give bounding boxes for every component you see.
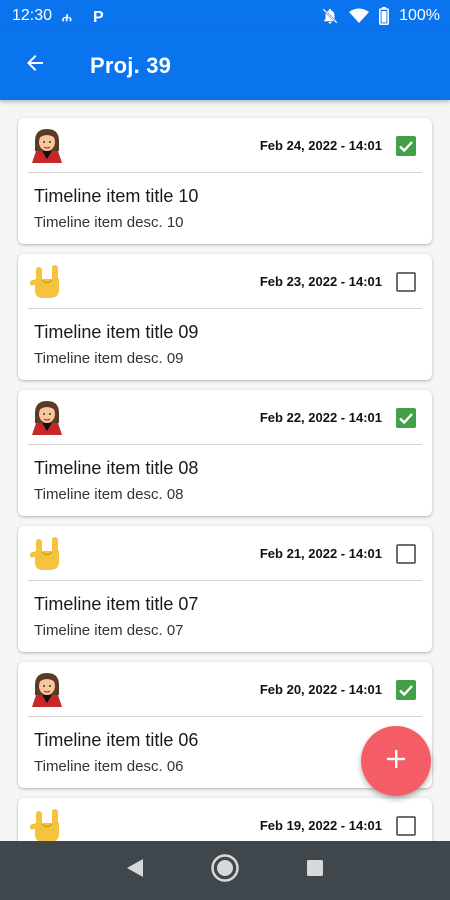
back-button[interactable] bbox=[0, 31, 70, 100]
status-left: 12:30 ሐ P bbox=[12, 7, 106, 25]
recents-square-icon bbox=[305, 858, 325, 883]
timeline-date: Feb 19, 2022 - 14:01 bbox=[259, 818, 382, 833]
page-title: Proj. 39 bbox=[90, 52, 172, 78]
vampire-avatar-icon bbox=[30, 399, 64, 435]
back-triangle-icon bbox=[125, 857, 145, 884]
timeline-item-title: Timeline item title 07 bbox=[34, 594, 199, 614]
svg-text:ሐ: ሐ bbox=[62, 10, 72, 23]
plus-icon bbox=[385, 748, 407, 775]
done-checkbox[interactable] bbox=[396, 544, 416, 564]
timeline-item-desc: Timeline item desc. 07 bbox=[34, 622, 184, 639]
done-checkbox[interactable] bbox=[396, 136, 416, 156]
timeline-date: Feb 22, 2022 - 14:01 bbox=[259, 410, 382, 425]
horns-hand-avatar-icon bbox=[29, 263, 64, 299]
timeline-item-desc: Timeline item desc. 08 bbox=[34, 486, 184, 503]
notification-app-icon: ሐ bbox=[62, 9, 82, 23]
navigation-bar bbox=[0, 841, 450, 900]
battery-icon bbox=[379, 6, 390, 25]
card-divider bbox=[28, 716, 422, 717]
mute-bell-icon bbox=[321, 7, 339, 25]
horns-hand-avatar-icon bbox=[29, 535, 64, 571]
horns-hand-avatar-icon bbox=[29, 807, 64, 841]
card-divider bbox=[28, 444, 422, 445]
timeline-card-header: Feb 23, 2022 - 14:01 bbox=[18, 254, 432, 308]
timeline-card[interactable]: Feb 23, 2022 - 14:01 Timeline item title … bbox=[18, 254, 432, 380]
timeline-item-desc: Timeline item desc. 09 bbox=[34, 350, 184, 367]
done-checkbox[interactable] bbox=[396, 680, 416, 700]
vampire-avatar-icon bbox=[30, 127, 64, 163]
status-bar: 12:30 ሐ P 100% bbox=[0, 0, 450, 31]
app-bar: Proj. 39 bbox=[0, 31, 450, 100]
timeline-item-title: Timeline item title 09 bbox=[34, 322, 199, 342]
timeline-item-title: Timeline item title 10 bbox=[34, 186, 199, 206]
timeline-card[interactable]: Feb 19, 2022 - 14:01Timeline item title … bbox=[18, 798, 432, 841]
vampire-avatar-icon bbox=[30, 671, 64, 707]
timeline-card-header: Feb 24, 2022 - 14:01 bbox=[18, 118, 432, 172]
done-checkbox[interactable] bbox=[396, 408, 416, 428]
wifi-icon bbox=[349, 8, 370, 24]
timeline-card-header: Feb 19, 2022 - 14:01 bbox=[18, 798, 432, 841]
nav-recents-button[interactable] bbox=[290, 846, 340, 896]
parking-icon: P bbox=[92, 8, 106, 24]
timeline-item-desc: Timeline item desc. 10 bbox=[34, 214, 184, 231]
nav-home-button[interactable] bbox=[200, 846, 250, 896]
done-checkbox[interactable] bbox=[396, 272, 416, 292]
timeline-item-title: Timeline item title 08 bbox=[34, 458, 199, 478]
timeline-card-header: Feb 21, 2022 - 14:01 bbox=[18, 526, 432, 580]
timeline-item-desc: Timeline item desc. 06 bbox=[34, 758, 184, 775]
battery-percent: 100% bbox=[399, 6, 440, 24]
timeline-card-header: Feb 20, 2022 - 14:01 bbox=[18, 662, 432, 716]
timeline-card[interactable]: Feb 21, 2022 - 14:01 Timeline item title … bbox=[18, 526, 432, 652]
card-divider bbox=[28, 308, 422, 309]
timeline-card[interactable]: Feb 22, 2022 - 14:01 Timeline item title … bbox=[18, 390, 432, 516]
card-divider bbox=[28, 172, 422, 173]
done-checkbox[interactable] bbox=[396, 816, 416, 836]
timeline-date: Feb 24, 2022 - 14:01 bbox=[259, 138, 382, 153]
arrow-left-icon bbox=[23, 51, 47, 80]
timeline-card-header: Feb 22, 2022 - 14:01 bbox=[18, 390, 432, 444]
nav-back-button[interactable] bbox=[110, 846, 160, 896]
add-item-button[interactable] bbox=[361, 726, 431, 796]
card-divider bbox=[28, 580, 422, 581]
svg-text:P: P bbox=[93, 9, 104, 24]
timeline-date: Feb 20, 2022 - 14:01 bbox=[259, 682, 382, 697]
timeline-item-title: Timeline item title 06 bbox=[34, 730, 199, 750]
home-circle-icon bbox=[210, 853, 240, 888]
timeline-date: Feb 21, 2022 - 14:01 bbox=[259, 546, 382, 561]
status-time: 12:30 bbox=[12, 6, 53, 24]
timeline-date: Feb 23, 2022 - 14:01 bbox=[259, 274, 382, 289]
status-right: 100% bbox=[321, 6, 440, 25]
timeline-card[interactable]: Feb 24, 2022 - 14:01 Timeline item title … bbox=[18, 118, 432, 244]
